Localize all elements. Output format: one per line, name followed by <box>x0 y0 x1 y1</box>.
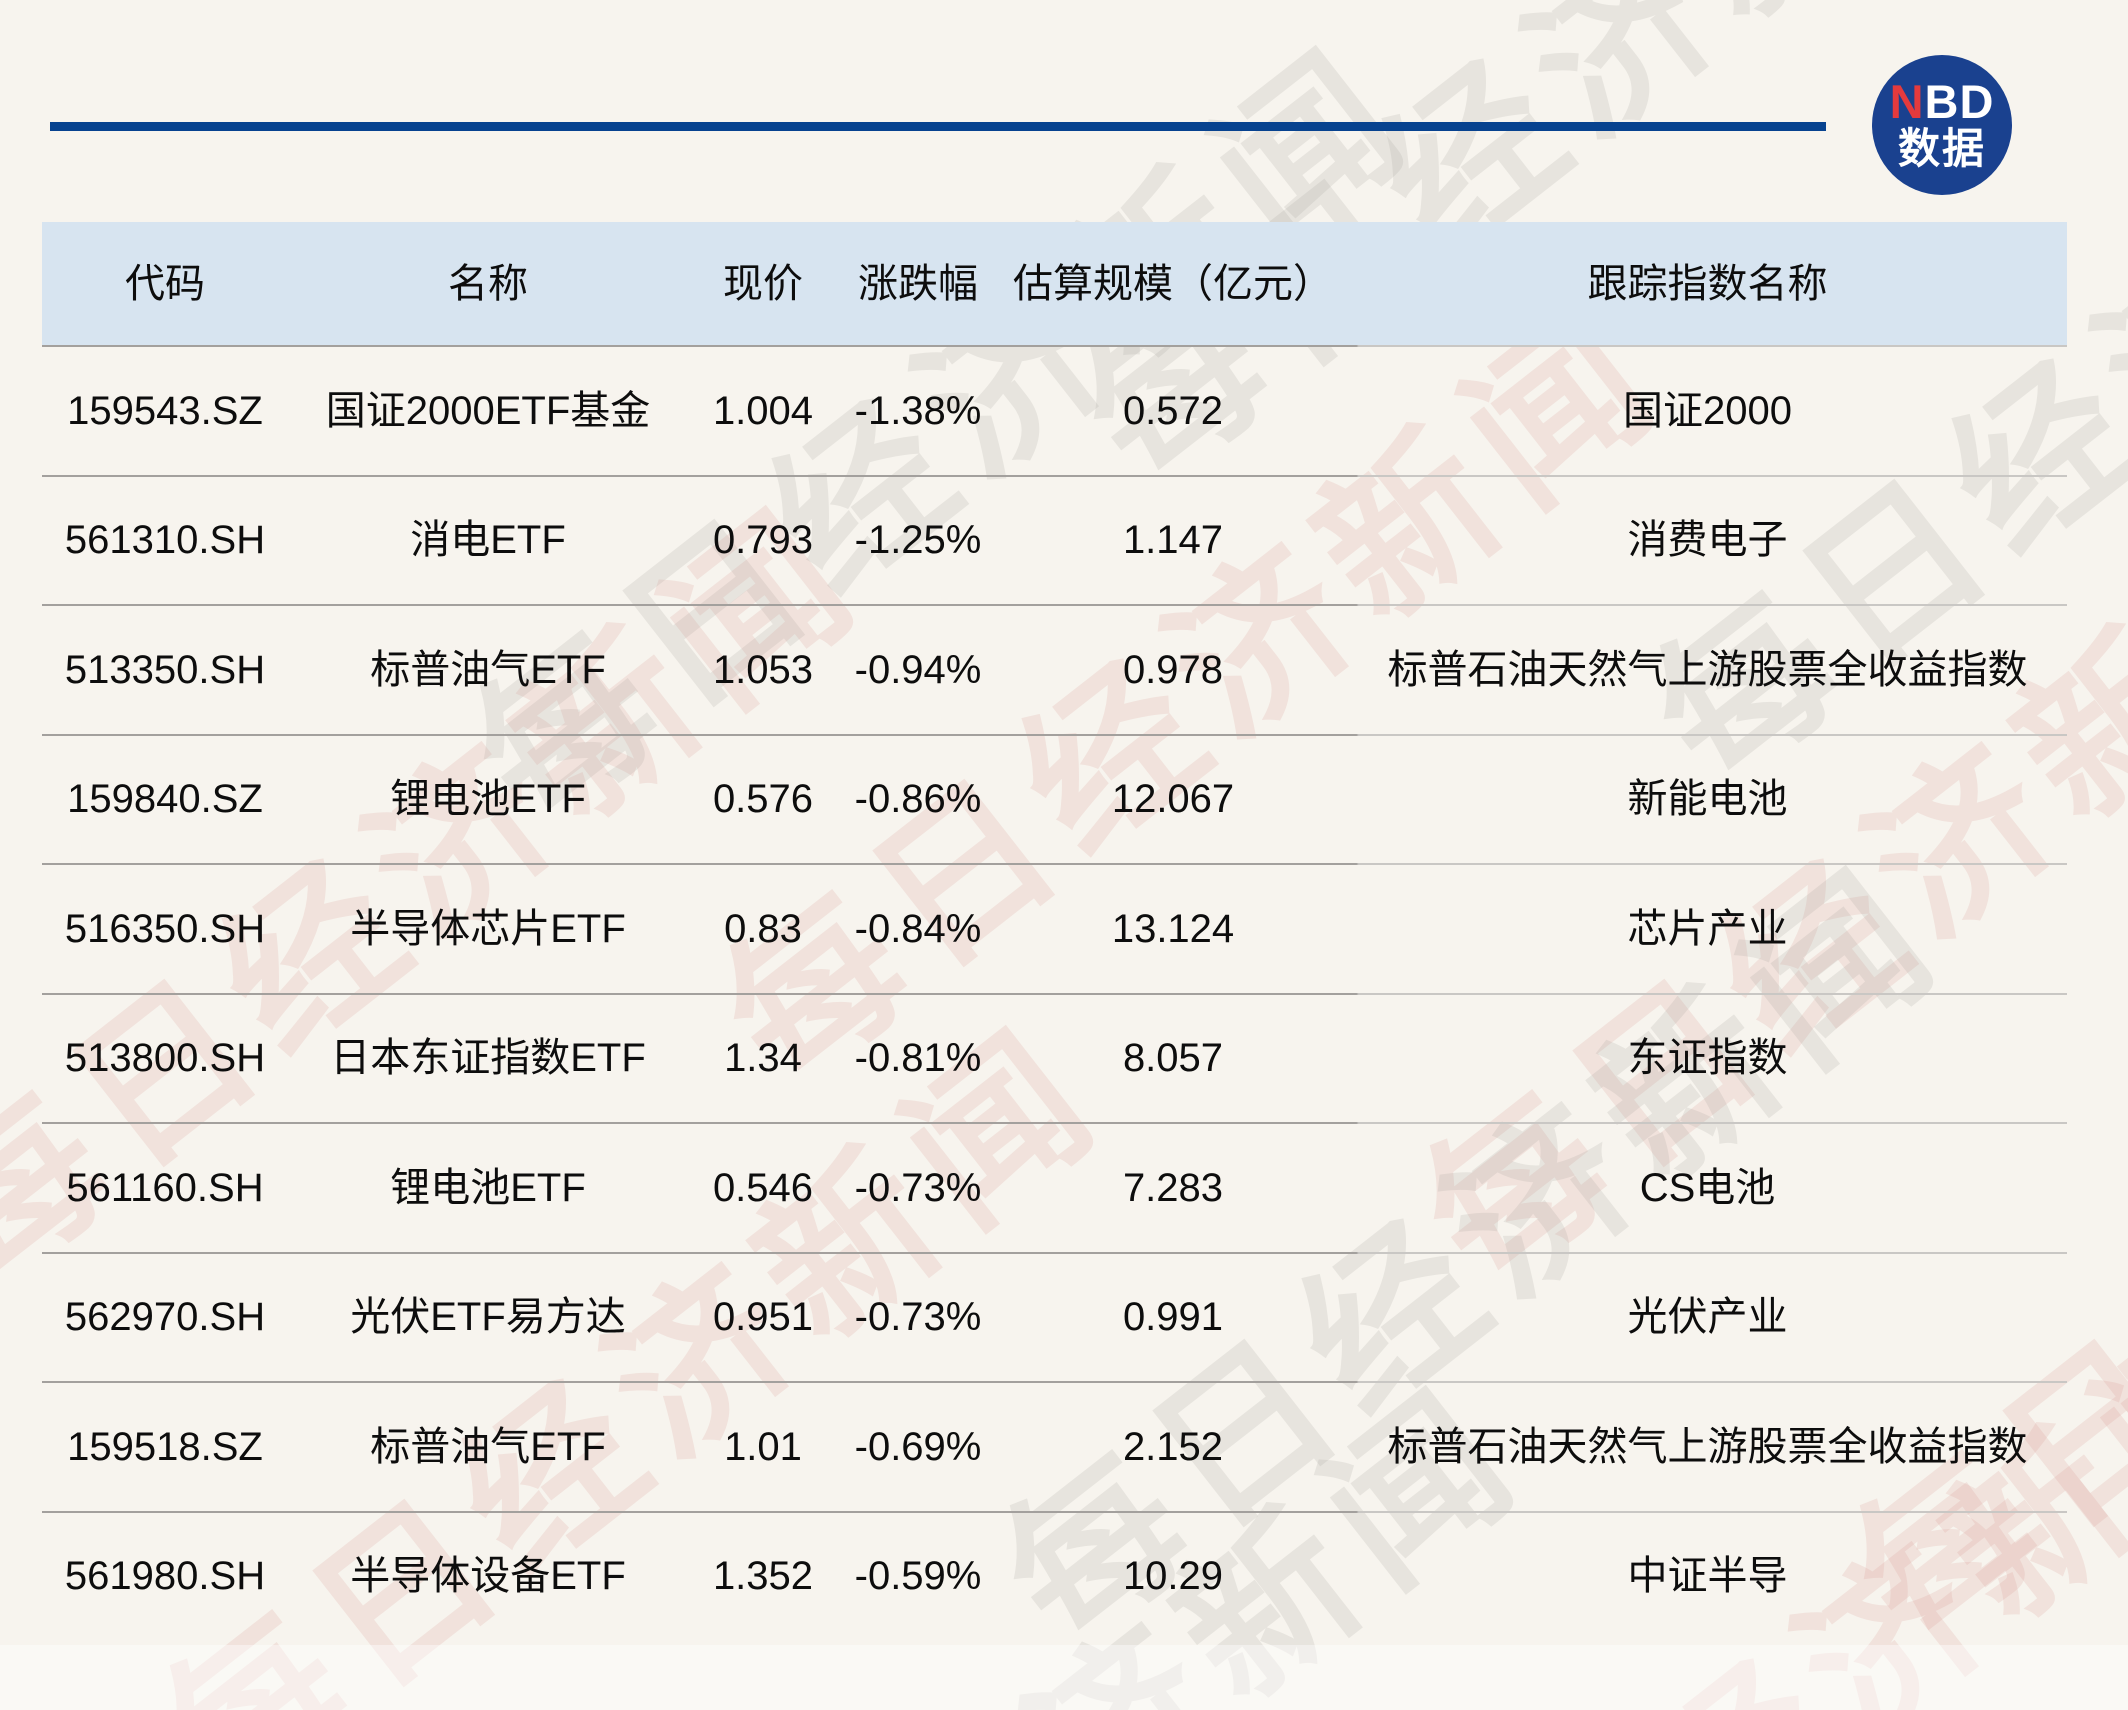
table-row: 513350.SH标普油气ETF1.053-0.94%0.978标普石油天然气上… <box>42 604 2067 734</box>
cell-change: -0.69% <box>838 1423 998 1471</box>
cell-code: 516350.SH <box>42 905 288 953</box>
cell-name: 标普油气ETF <box>288 646 688 694</box>
cell-code: 513350.SH <box>42 646 288 694</box>
cell-index: 国证2000 <box>1348 387 2067 435</box>
header-scale: 估算规模（亿元） <box>998 260 1348 308</box>
cell-price: 1.004 <box>688 387 838 435</box>
cell-name: 锂电池ETF <box>288 775 688 823</box>
cell-name: 半导体设备ETF <box>288 1552 688 1600</box>
top-divider-line <box>50 122 1826 131</box>
cell-code: 562970.SH <box>42 1293 288 1341</box>
table-row: 513800.SH日本东证指数ETF1.34-0.81%8.057东证指数 <box>42 993 2067 1123</box>
nbd-logo-letters-bd: BD <box>1925 75 1995 128</box>
cell-name: 国证2000ETF基金 <box>288 387 688 435</box>
cell-name: 光伏ETF易方达 <box>288 1293 688 1341</box>
cell-index: CS电池 <box>1348 1164 2067 1212</box>
nbd-data-logo: NBD 数据 <box>1872 55 2012 195</box>
cell-name: 标普油气ETF <box>288 1423 688 1471</box>
cell-index: 东证指数 <box>1348 1034 2067 1082</box>
cell-scale: 8.057 <box>998 1034 1348 1082</box>
cell-scale: 2.152 <box>998 1423 1348 1471</box>
cell-index: 中证半导 <box>1348 1552 2067 1600</box>
cell-change: -0.84% <box>838 905 998 953</box>
cell-price: 0.951 <box>688 1293 838 1341</box>
cell-change: -0.59% <box>838 1552 998 1600</box>
cell-index: 消费电子 <box>1348 516 2067 564</box>
nbd-logo-text: NBD <box>1890 78 1995 126</box>
nbd-logo-subtext: 数据 <box>1898 126 1986 172</box>
etf-table-header-row: 代码名称现价涨跌幅估算规模（亿元）跟踪指数名称 <box>42 222 2067 345</box>
table-row: 561160.SH锂电池ETF0.546-0.73%7.283CS电池 <box>42 1122 2067 1252</box>
table-row: 159840.SZ锂电池ETF0.576-0.86%12.067新能电池 <box>42 734 2067 864</box>
table-row: 159518.SZ标普油气ETF1.01-0.69%2.152标普石油天然气上游… <box>42 1381 2067 1511</box>
cell-scale: 1.147 <box>998 516 1348 564</box>
header-code: 代码 <box>42 260 288 308</box>
cell-change: -0.73% <box>838 1293 998 1341</box>
cell-index: 标普石油天然气上游股票全收益指数 <box>1348 646 2067 694</box>
cell-scale: 0.572 <box>998 387 1348 435</box>
header-index: 跟踪指数名称 <box>1348 260 2067 308</box>
cell-change: -1.25% <box>838 516 998 564</box>
table-row: 562970.SH光伏ETF易方达0.951-0.73%0.991光伏产业 <box>42 1252 2067 1382</box>
table-row: 561980.SH半导体设备ETF1.352-0.59%10.29中证半导 <box>42 1511 2067 1641</box>
cell-price: 0.546 <box>688 1164 838 1212</box>
cell-code: 513800.SH <box>42 1034 288 1082</box>
header-name: 名称 <box>288 260 688 308</box>
cell-price: 1.352 <box>688 1552 838 1600</box>
cell-index: 新能电池 <box>1348 775 2067 823</box>
cell-code: 561980.SH <box>42 1552 288 1600</box>
cell-name: 日本东证指数ETF <box>288 1034 688 1082</box>
etf-infographic: 每日经济新闻每日经济新闻每日经济新闻每日经济新闻每日经济新闻每日经济新闻每日经济… <box>0 0 2128 1710</box>
cell-index: 光伏产业 <box>1348 1293 2067 1341</box>
cell-name: 半导体芯片ETF <box>288 905 688 953</box>
cell-index: 芯片产业 <box>1348 905 2067 953</box>
cell-name: 锂电池ETF <box>288 1164 688 1212</box>
cell-change: -0.73% <box>838 1164 998 1212</box>
bottom-highlight-band <box>0 1645 2128 1710</box>
cell-price: 1.01 <box>688 1423 838 1471</box>
cell-price: 0.83 <box>688 905 838 953</box>
cell-change: -0.81% <box>838 1034 998 1082</box>
table-row: 159543.SZ国证2000ETF基金1.004-1.38%0.572国证20… <box>42 345 2067 475</box>
nbd-logo-letter-n: N <box>1890 75 1925 128</box>
cell-price: 0.576 <box>688 775 838 823</box>
header-change: 涨跌幅 <box>838 260 998 308</box>
cell-price: 1.34 <box>688 1034 838 1082</box>
cell-scale: 12.067 <box>998 775 1348 823</box>
cell-code: 159840.SZ <box>42 775 288 823</box>
cell-change: -0.86% <box>838 775 998 823</box>
cell-change: -1.38% <box>838 387 998 435</box>
cell-code: 159518.SZ <box>42 1423 288 1471</box>
header-price: 现价 <box>688 260 838 308</box>
cell-index: 标普石油天然气上游股票全收益指数 <box>1348 1423 2067 1471</box>
cell-scale: 7.283 <box>998 1164 1348 1212</box>
cell-price: 1.053 <box>688 646 838 694</box>
cell-scale: 0.991 <box>998 1293 1348 1341</box>
cell-price: 0.793 <box>688 516 838 564</box>
cell-name: 消电ETF <box>288 516 688 564</box>
cell-scale: 10.29 <box>998 1552 1348 1600</box>
table-row: 561310.SH消电ETF0.793-1.25%1.147消费电子 <box>42 475 2067 605</box>
cell-scale: 13.124 <box>998 905 1348 953</box>
cell-code: 561160.SH <box>42 1164 288 1212</box>
cell-code: 561310.SH <box>42 516 288 564</box>
etf-table: 代码名称现价涨跌幅估算规模（亿元）跟踪指数名称 159543.SZ国证2000E… <box>42 222 2067 1640</box>
cell-code: 159543.SZ <box>42 387 288 435</box>
cell-scale: 0.978 <box>998 646 1348 694</box>
etf-table-body: 159543.SZ国证2000ETF基金1.004-1.38%0.572国证20… <box>42 345 2067 1640</box>
cell-change: -0.94% <box>838 646 998 694</box>
table-row: 516350.SH半导体芯片ETF0.83-0.84%13.124芯片产业 <box>42 863 2067 993</box>
